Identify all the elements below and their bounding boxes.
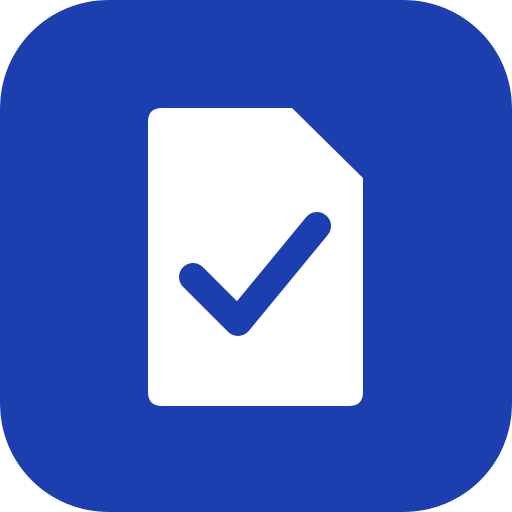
app-icon[interactable] <box>0 0 512 512</box>
document-check-icon <box>0 0 512 512</box>
document-icon <box>148 108 363 406</box>
